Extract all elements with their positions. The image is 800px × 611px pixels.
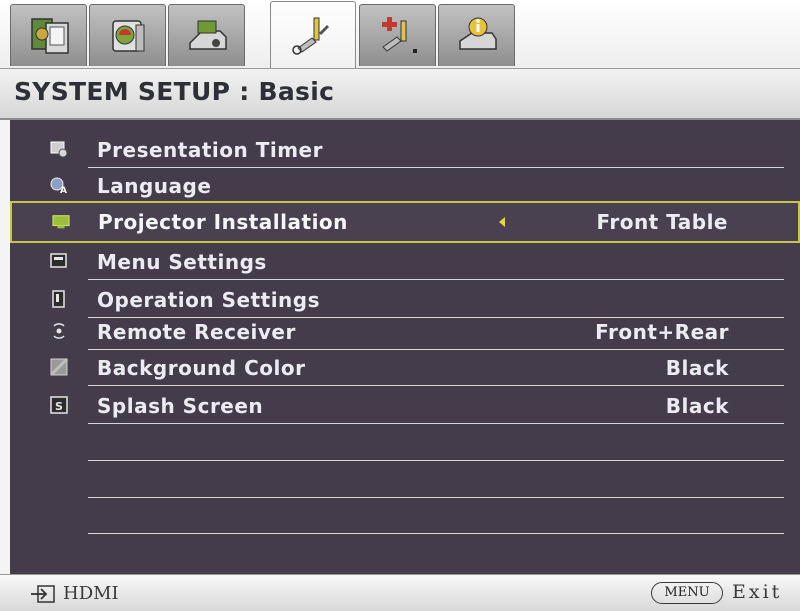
left-arrow-icon[interactable] <box>499 217 505 227</box>
menu-item-operation-settings[interactable]: Operation Settings <box>52 282 784 318</box>
splash-screen-icon: S <box>50 396 68 414</box>
menu-item-label: Presentation Timer <box>97 138 323 162</box>
tab-system-setup-basic[interactable] <box>270 1 356 71</box>
empty-row-divider <box>88 533 784 534</box>
status-bar: HDMI MENU Exit <box>0 574 800 611</box>
menu-item-label: Projector Installation <box>98 210 348 234</box>
picture-settings-icon <box>30 17 69 54</box>
display-icon <box>188 20 227 50</box>
menu-item-splash-screen[interactable]: S Splash Screen Black <box>50 388 784 424</box>
menu-item-label: Remote Receiver <box>97 320 296 344</box>
advanced-picture-icon <box>111 19 144 52</box>
menu-item-label: Background Color <box>97 356 306 380</box>
menu-item-value: Front+Rear <box>595 320 729 344</box>
menu-item-language[interactable]: A Language <box>50 168 784 204</box>
system-setup-advanced-icon <box>381 16 417 53</box>
menu-item-label: Splash Screen <box>97 394 264 418</box>
remote-receiver-icon <box>50 322 68 340</box>
language-icon: A <box>50 176 68 194</box>
projector-installation-icon <box>52 213 70 231</box>
tab-bar <box>0 0 800 71</box>
information-icon <box>458 17 497 50</box>
tab-information[interactable] <box>438 4 515 66</box>
menu-item-value: Black <box>665 394 729 418</box>
timer-icon <box>50 140 68 158</box>
menu-item-remote-receiver[interactable]: Remote Receiver Front+Rear <box>53 314 784 350</box>
background-color-icon <box>50 358 68 376</box>
menu-item-value: Front Table <box>596 210 728 234</box>
empty-row-divider <box>88 460 784 461</box>
menu-item-label: Operation Settings <box>97 288 321 312</box>
menu-settings-icon <box>50 252 68 270</box>
title-bar: SYSTEM SETUP : Basic <box>0 68 800 120</box>
menu-panel: Presentation Timer A Language Projector … <box>10 120 800 574</box>
menu-item-value: Black <box>665 356 729 380</box>
operation-settings-icon <box>50 290 68 308</box>
svg-text:S: S <box>55 400 63 413</box>
menu-item-presentation-timer[interactable]: Presentation Timer <box>50 132 784 168</box>
input-source-label: HDMI <box>63 583 119 604</box>
svg-text:A: A <box>60 186 67 194</box>
tab-system-setup-advanced[interactable] <box>359 4 436 66</box>
menu-item-projector-installation[interactable]: Projector Installation Front Table <box>10 201 800 243</box>
menu-item-menu-settings[interactable]: Menu Settings <box>50 244 784 280</box>
input-source-icon <box>31 585 55 603</box>
tab-display[interactable] <box>168 4 245 66</box>
exit-label: Exit <box>732 581 783 603</box>
tab-picture[interactable] <box>10 4 87 66</box>
menu-key-icon[interactable]: MENU <box>651 582 723 604</box>
tab-advanced-picture[interactable] <box>89 4 166 66</box>
empty-row-divider <box>88 497 784 498</box>
menu-item-background-color[interactable]: Background Color Black <box>50 350 784 386</box>
menu-item-label: Language <box>97 174 212 198</box>
menu-item-label: Menu Settings <box>97 250 267 274</box>
page-title: SYSTEM SETUP : Basic <box>14 77 335 106</box>
system-setup-basic-icon <box>292 17 330 55</box>
